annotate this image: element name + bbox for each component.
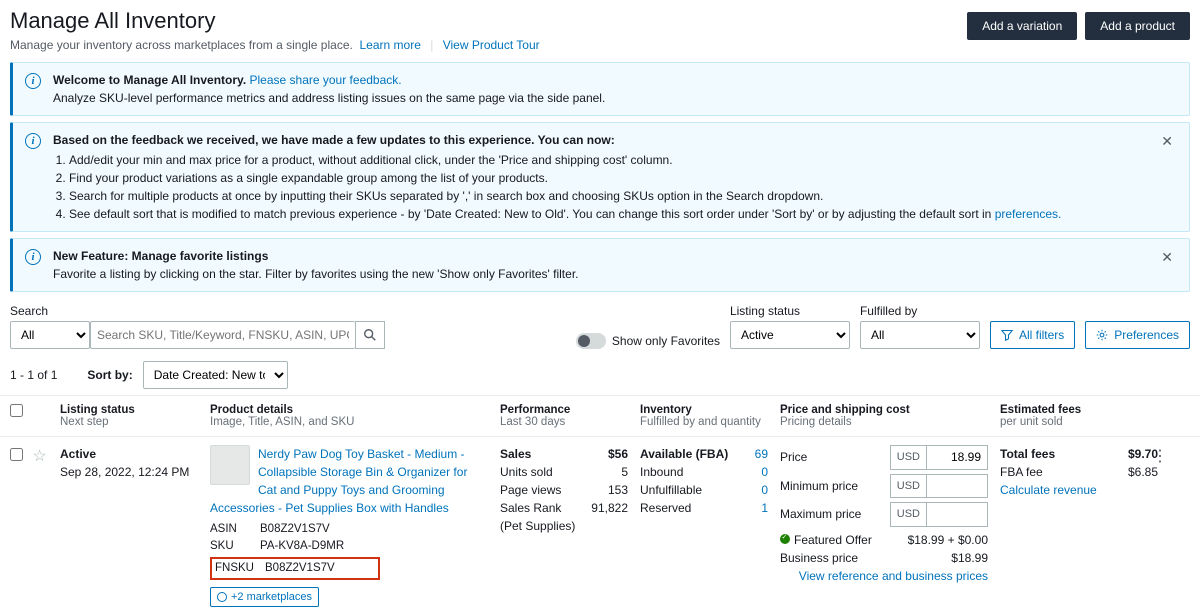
close-icon[interactable]: ✕ [1157, 247, 1177, 268]
listing-date: Sep 28, 2022, 12:24 PM [60, 465, 189, 479]
search-button[interactable] [355, 321, 385, 349]
preferences-link[interactable]: preferences. [995, 207, 1062, 221]
welcome-alert: i Welcome to Manage All Inventory. Pleas… [10, 62, 1190, 116]
marketplaces-badge[interactable]: +2 marketplaces [210, 587, 319, 608]
welcome-bold: Welcome to Manage All Inventory. [53, 73, 246, 87]
favorites-title: New Feature: Manage favorite listings [53, 249, 268, 263]
page-subtitle: Manage your inventory across marketplace… [10, 38, 353, 52]
reserved-link[interactable]: 1 [761, 499, 768, 517]
welcome-body: Analyze SKU-level performance metrics an… [53, 91, 605, 105]
row-menu-icon[interactable]: ⋮ [1148, 445, 1172, 469]
learn-more-link[interactable]: Learn more [360, 38, 421, 52]
max-price-input[interactable] [926, 502, 988, 527]
calculate-revenue-link[interactable]: Calculate revenue [1000, 483, 1097, 497]
page-title: Manage All Inventory [10, 8, 540, 34]
share-feedback-link[interactable]: Please share your feedback. [250, 73, 402, 87]
preferences-button[interactable]: Preferences [1085, 321, 1190, 349]
sort-by-label: Sort by: [87, 368, 132, 382]
table-row: ☆ Active Sep 28, 2022, 12:24 PM Nerdy Pa… [0, 437, 1200, 615]
divider: | [430, 38, 433, 52]
row-checkbox[interactable] [10, 448, 23, 461]
price-input[interactable] [926, 445, 988, 470]
close-icon[interactable]: ✕ [1157, 131, 1177, 152]
search-icon [363, 328, 377, 342]
search-type-select[interactable]: All [10, 321, 90, 349]
select-all-checkbox[interactable] [10, 404, 23, 417]
inbound-link[interactable]: 0 [761, 463, 768, 481]
favorites-body: Favorite a listing by clicking on the st… [53, 267, 578, 281]
favorites-alert: i New Feature: Manage favorite listings … [10, 238, 1190, 292]
update-item-2: Find your product variations as a single… [69, 169, 1145, 187]
update-item-1: Add/edit your min and max price for a pr… [69, 151, 1145, 169]
info-icon: i [25, 133, 41, 149]
check-icon [780, 534, 790, 544]
favorite-star-icon[interactable]: ☆ [32, 448, 46, 465]
listing-status-label: Listing status [730, 304, 850, 318]
available-link[interactable]: 69 [755, 445, 768, 463]
filter-icon [1001, 329, 1013, 341]
view-reference-link[interactable]: View reference and business prices [799, 569, 988, 583]
sort-select[interactable]: Date Created: New to Old [143, 361, 288, 389]
updates-lead: Based on the feedback we received, we ha… [53, 133, 615, 147]
result-range: 1 - 1 of 1 [10, 368, 57, 382]
all-filters-button[interactable]: All filters [990, 321, 1075, 349]
min-price-input[interactable] [926, 474, 988, 499]
search-label: Search [10, 304, 385, 318]
listing-status: Active [60, 447, 96, 461]
update-item-3: Search for multiple products at once by … [69, 187, 1145, 205]
view-tour-link[interactable]: View Product Tour [443, 38, 540, 52]
fulfilled-by-label: Fulfilled by [860, 304, 980, 318]
product-image [210, 445, 250, 485]
updates-alert: i Based on the feedback we received, we … [10, 122, 1190, 232]
search-input[interactable] [90, 321, 355, 349]
update-item-4: See default sort that is modified to mat… [69, 207, 991, 221]
fnsku-highlight: FNSKUB08Z2V1S7V [210, 557, 380, 580]
rank-category: (Pet Supplies) [500, 517, 628, 535]
gear-icon [1096, 329, 1108, 341]
favorites-toggle-label: Show only Favorites [612, 334, 720, 348]
add-variation-button[interactable]: Add a variation [967, 12, 1077, 40]
listing-status-select[interactable]: Active [730, 321, 850, 349]
add-product-button[interactable]: Add a product [1085, 12, 1190, 40]
info-icon: i [25, 73, 41, 89]
info-icon: i [25, 249, 41, 265]
unfulfillable-link[interactable]: 0 [761, 481, 768, 499]
globe-icon [217, 592, 227, 602]
table-header: Listing statusNext step Product detailsI… [0, 396, 1200, 437]
fulfilled-by-select[interactable]: All [860, 321, 980, 349]
favorites-toggle[interactable] [576, 333, 606, 349]
